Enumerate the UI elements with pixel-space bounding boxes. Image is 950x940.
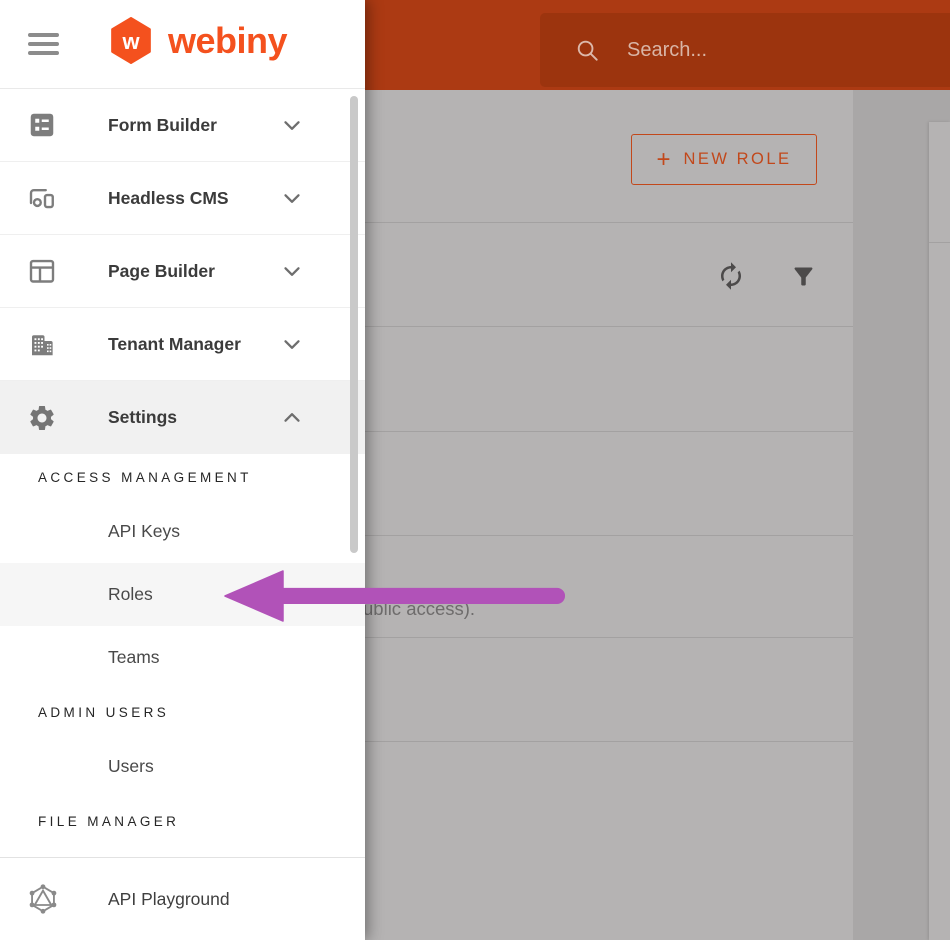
sidebar-item-users[interactable]: Users	[0, 735, 365, 798]
roles-page-toolbar: + NEW ROLE	[365, 90, 853, 223]
section-header-access-management: ACCESS MANAGEMENT	[38, 469, 252, 485]
section-header-file-manager: FILE MANAGER	[38, 813, 180, 829]
filter-icon	[794, 267, 813, 285]
detail-panel-divider	[929, 242, 950, 243]
role-detail-panel-edge	[929, 122, 950, 940]
chevron-down-icon	[279, 112, 305, 138]
tenant-manager-icon	[27, 329, 57, 359]
drawer-header: w webiny	[0, 0, 365, 89]
chevron-down-icon	[279, 185, 305, 211]
plus-icon: +	[656, 145, 671, 173]
hamburger-menu-button[interactable]	[28, 33, 59, 55]
chevron-up-icon	[279, 405, 305, 431]
form-builder-icon	[27, 110, 57, 140]
sidebar-item-label: Tenant Manager	[108, 333, 241, 354]
filter-button[interactable]	[790, 263, 817, 290]
webiny-hexagon-logo-icon: w	[111, 17, 151, 64]
search-input[interactable]	[627, 38, 867, 62]
page-builder-icon	[27, 256, 57, 286]
nav-drawer: w webiny Form Builder Headless CMS Page …	[0, 0, 365, 940]
headless-cms-icon	[27, 183, 57, 213]
sidebar-item-tenant-manager[interactable]: Tenant Manager	[0, 308, 365, 381]
new-role-button[interactable]: + NEW ROLE	[631, 134, 817, 185]
role-list-row: ublic access).	[363, 536, 853, 638]
sidebar-item-label: Headless CMS	[108, 187, 229, 208]
graphql-icon	[27, 883, 59, 915]
sidebar-item-roles[interactable]: Roles	[0, 563, 365, 626]
sidebar-item-form-builder[interactable]: Form Builder	[0, 89, 365, 162]
sidebar-item-label: Form Builder	[108, 114, 217, 135]
role-list-empty-area	[365, 742, 853, 939]
settings-gear-icon	[27, 403, 57, 433]
section-header-admin-users: ADMIN USERS	[38, 704, 170, 720]
svg-text:w: w	[121, 29, 140, 54]
roles-list: ublic access).	[363, 223, 853, 940]
sidebar-item-headless-cms[interactable]: Headless CMS	[0, 162, 365, 235]
chevron-down-icon	[279, 331, 305, 357]
new-role-label: NEW ROLE	[683, 150, 792, 168]
role-list-row	[365, 327, 853, 432]
sidebar-item-label: API Playground	[108, 888, 230, 909]
webiny-wordmark: webiny	[168, 19, 288, 61]
sidebar-item-label: Settings	[108, 407, 178, 427]
refresh-icon	[721, 262, 741, 290]
sidebar-item-api-playground[interactable]: API Playground	[0, 858, 365, 940]
search-box[interactable]	[540, 13, 950, 87]
role-list-row	[365, 638, 853, 742]
webiny-logo[interactable]: w webiny	[110, 17, 288, 64]
role-list-row	[365, 432, 853, 536]
screen: + NEW ROLE ublic access).	[0, 0, 950, 940]
refresh-button[interactable]	[716, 261, 746, 291]
sidebar-item-page-builder[interactable]: Page Builder	[0, 235, 365, 308]
sidebar-item-settings[interactable]: Settings	[0, 381, 365, 454]
drawer-scrollbar-thumb[interactable]	[350, 96, 358, 553]
role-description-partial: ublic access).	[363, 598, 476, 619]
sidebar-item-api-keys[interactable]: API Keys	[0, 500, 365, 563]
sidebar-item-label: Page Builder	[108, 260, 215, 281]
list-toolbar-row	[365, 223, 853, 327]
sidebar-item-teams[interactable]: Teams	[0, 626, 365, 689]
search-icon	[577, 40, 598, 61]
chevron-down-icon	[279, 258, 305, 284]
